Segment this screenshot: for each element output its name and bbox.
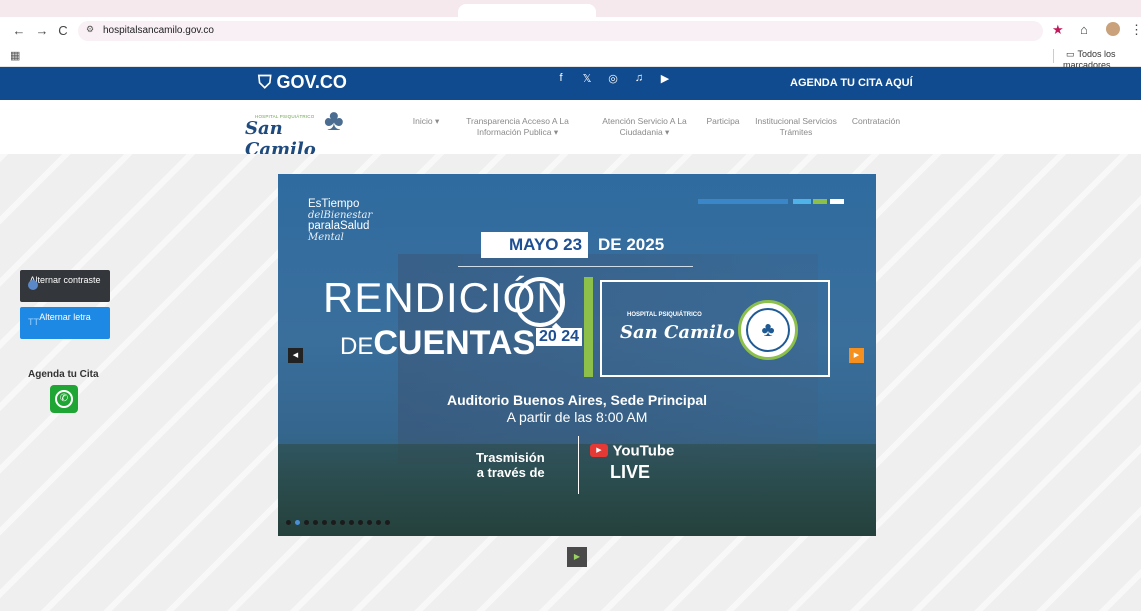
apps-icon[interactable]: ▦ — [10, 49, 20, 62]
stream-divider — [578, 436, 579, 494]
title-cuentas: DECUENTAS — [340, 324, 535, 363]
event-location: Auditorio Buenos Aires, Sede Principal — [446, 392, 708, 408]
browser-menu-icon[interactable]: ⋮ — [1130, 22, 1141, 38]
youtube-wordmark: YouTube — [612, 442, 675, 460]
contrast-label: Alternar contraste — [29, 275, 101, 285]
profile-avatar[interactable] — [1106, 22, 1120, 36]
carousel-dot[interactable] — [385, 520, 390, 525]
menu-institucional[interactable]: Institucional Servicios Trámites — [755, 116, 837, 138]
event-date-rest: DE 2025 — [598, 235, 665, 254]
green-bar — [584, 277, 593, 377]
tiktok-icon[interactable]: ♫ — [633, 72, 645, 85]
tagline-4: Mental — [308, 232, 344, 243]
carousel-dot[interactable] — [304, 520, 309, 525]
carousel-dot[interactable] — [358, 520, 363, 525]
event-time: A partir de las 8:00 AM — [506, 409, 648, 425]
contrast-icon — [28, 280, 38, 290]
youtube-play-icon: ▶ — [590, 444, 608, 458]
bookmarks-separator — [1053, 49, 1054, 63]
letter-label: Alternar letra — [39, 312, 91, 322]
magnifier-icon — [515, 277, 565, 327]
menu-atencion[interactable]: Atención Servicio A La Ciudadania ▾ — [592, 116, 697, 138]
carousel-dot[interactable] — [286, 520, 291, 525]
menu-contratacion[interactable]: Contratación — [843, 116, 909, 127]
tagline-3: paralaSalud — [308, 220, 370, 232]
hospital-frame: HOSPITAL PSIQUIÁTRICO San Camilo ♣ — [600, 280, 830, 377]
toggle-font-button[interactable]: TT Alternar letra — [20, 307, 110, 339]
year-badge: 20 24 — [536, 328, 583, 346]
youtube-live-badge: ▶ YouTube LIVE — [590, 442, 675, 482]
carousel-prev-button[interactable]: ◀ — [288, 348, 303, 363]
youtube-icon[interactable]: ▶ — [659, 72, 671, 85]
frame-hospital-tag: HOSPITAL PSIQUIÁTRICO — [627, 312, 702, 318]
carousel-indicators — [286, 520, 390, 525]
deco-strip-white — [830, 199, 844, 204]
whatsapp-icon: ✆ — [55, 390, 73, 408]
tab-strip — [0, 0, 1141, 17]
carousel-play-button[interactable]: ▶ — [567, 547, 587, 567]
deco-strip-lightblue — [793, 199, 811, 204]
seal-tree-icon: ♣ — [746, 308, 790, 352]
gov-logo-text: GOV.CO — [276, 72, 347, 92]
live-label: LIVE — [610, 462, 651, 482]
toggle-contrast-button[interactable]: Alternar contraste — [20, 270, 110, 302]
agenda-cita-label: Agenda tu Cita — [28, 369, 99, 380]
menu-transparencia[interactable]: Transparencia Acceso A La Información Pu… — [455, 116, 580, 138]
url-text[interactable]: hospitalsancamilo.gov.co — [103, 25, 214, 36]
tree-logo-icon: ♣ — [324, 104, 344, 137]
instagram-icon[interactable]: ◎ — [607, 72, 619, 85]
title-cuentas-text: CUENTAS — [373, 324, 536, 362]
deco-strip-blue — [698, 199, 788, 204]
tagline-1: EsTiempo — [308, 198, 360, 210]
carousel-dot[interactable] — [295, 520, 300, 525]
forward-icon[interactable]: → — [33, 22, 51, 40]
bookmark-star-icon[interactable]: ★ — [1052, 22, 1064, 38]
hospital-seal: ♣ — [738, 300, 798, 360]
event-date-highlight: MAYO 23 — [481, 232, 589, 258]
active-tab[interactable] — [458, 4, 596, 17]
extensions-icon[interactable]: ⌂ — [1080, 22, 1088, 37]
site-header: HOSPITAL PSIQUIÁTRICO San Camilo ♣ Inici… — [0, 100, 1141, 160]
address-bar[interactable]: ⚙ hospitalsancamilo.gov.co — [78, 21, 1043, 41]
hero-carousel[interactable]: EsTiempo delBienestar paralaSalud Mental… — [278, 174, 876, 536]
carousel-next-button[interactable]: ▶ — [849, 348, 864, 363]
carousel-dot[interactable] — [331, 520, 336, 525]
gov-bar: ⛉ GOV.CO f 𝕏 ◎ ♫ ▶ AGENDA TU CITA AQUÍ — [0, 67, 1141, 100]
gov-logo[interactable]: ⛉ GOV.CO — [258, 72, 347, 93]
menu-participa[interactable]: Participa — [702, 116, 744, 127]
stream-label-1: Trasmisión — [476, 450, 545, 465]
facebook-icon[interactable]: f — [555, 72, 567, 85]
agenda-cita-link[interactable]: AGENDA TU CITA AQUÍ — [790, 77, 913, 89]
campaign-tagline: EsTiempo delBienestar paralaSalud Mental — [308, 198, 373, 243]
deco-strip-green — [813, 199, 827, 204]
frame-hospital-name: San Camilo — [620, 322, 735, 343]
carousel-dot[interactable] — [340, 520, 345, 525]
social-links: f 𝕏 ◎ ♫ ▶ — [555, 72, 671, 85]
hospital-logo[interactable]: HOSPITAL PSIQUIÁTRICO San Camilo ♣ — [245, 104, 355, 160]
carousel-dot[interactable] — [376, 520, 381, 525]
back-icon[interactable]: ← — [10, 22, 28, 40]
site-info-icon[interactable]: ⚙ — [86, 24, 94, 35]
whatsapp-button[interactable]: ✆ — [50, 385, 78, 413]
tagline-2: delBienestar — [308, 210, 373, 221]
twitter-icon[interactable]: 𝕏 — [581, 72, 593, 85]
carousel-dot[interactable] — [349, 520, 354, 525]
carousel-dot[interactable] — [367, 520, 372, 525]
browser-toolbar: ← → C ⚙ hospitalsancamilo.gov.co ★ ⌂ ⋮ — [0, 17, 1141, 45]
bookmarks-bar: ▦ ▭ Todos los marcadores — [0, 45, 1141, 70]
menu-inicio[interactable]: Inicio ▾ — [410, 116, 442, 127]
stream-label: Trasmisión a través de — [476, 450, 545, 480]
carousel-dot[interactable] — [322, 520, 327, 525]
shield-icon: ⛉ — [258, 72, 272, 92]
folder-icon: ▭ — [1066, 49, 1075, 59]
divider-line — [458, 266, 693, 267]
stream-label-2: a través de — [476, 465, 545, 480]
title-de: DE — [340, 333, 374, 360]
font-size-icon: TT — [28, 317, 39, 327]
carousel-dot[interactable] — [313, 520, 318, 525]
reload-icon[interactable]: C — [54, 22, 72, 40]
